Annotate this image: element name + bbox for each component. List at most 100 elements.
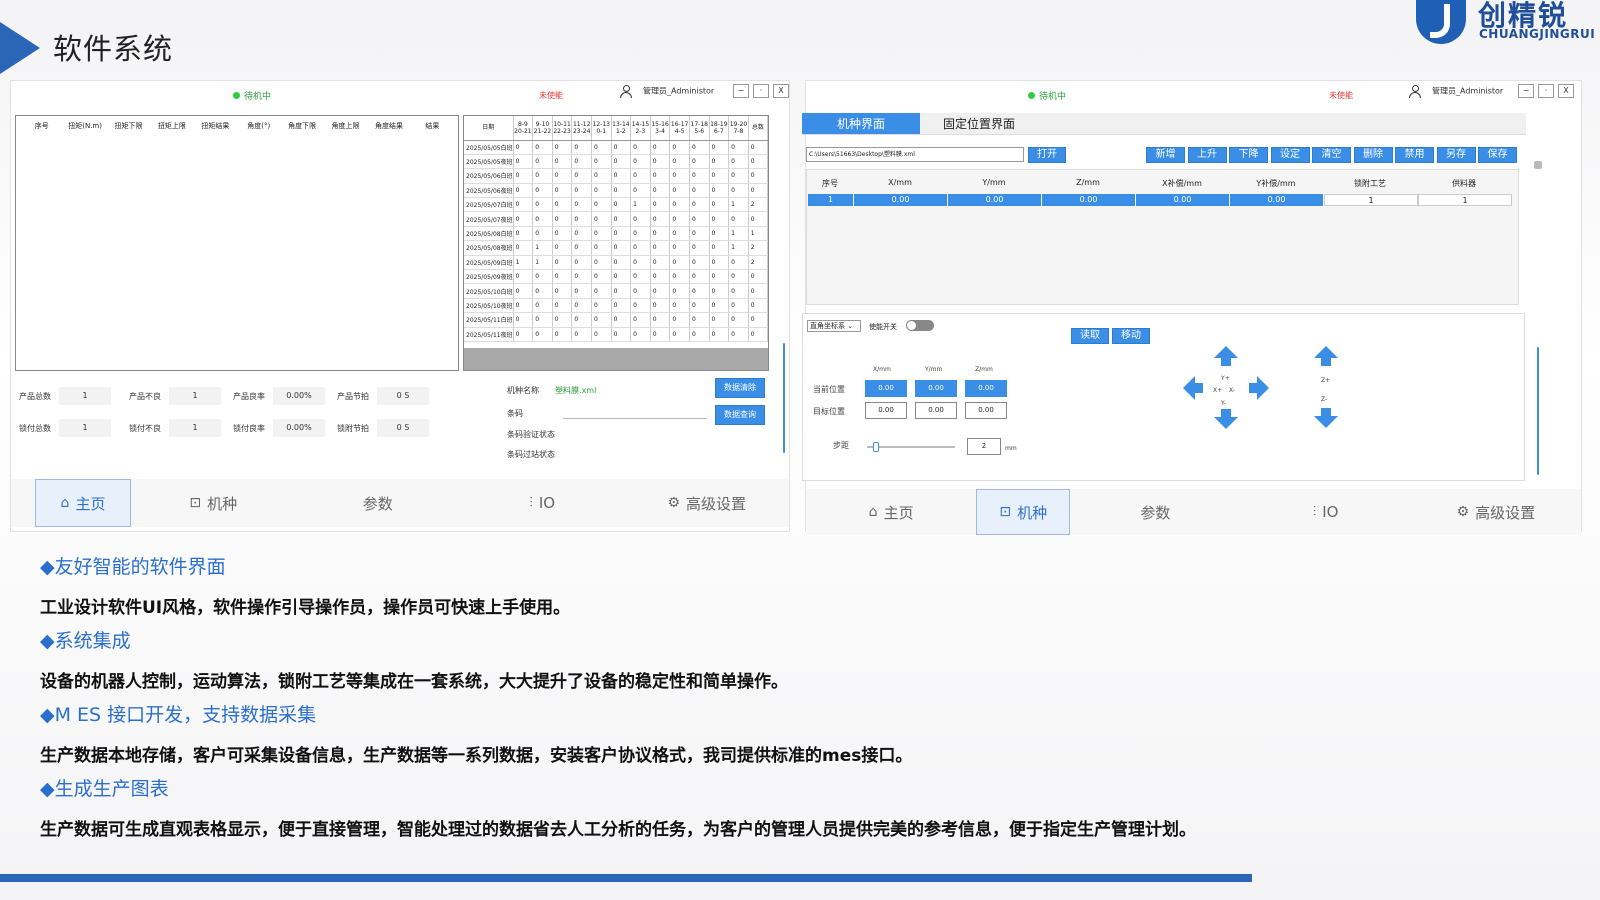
close-button[interactable]: X xyxy=(1558,84,1574,98)
action-button[interactable]: 上升 xyxy=(1187,147,1227,163)
read-button[interactable]: 读取 xyxy=(1071,328,1109,344)
nav-model[interactable]: ⊡ 机种 xyxy=(976,489,1071,535)
table-row[interactable]: 2025/05/08白班 0 0 0 0 0 0 0 0 0 0 0 1 1 xyxy=(464,226,768,242)
nav-home[interactable]: ⌂ 主页 xyxy=(35,479,131,527)
tab-model[interactable]: 机种界面 xyxy=(802,113,920,134)
move-button[interactable]: 移动 xyxy=(1112,328,1150,344)
table-row[interactable]: 2025/05/09夜班 0 0 0 0 0 0 0 0 0 0 0 0 0 xyxy=(464,269,768,285)
status-dot-icon xyxy=(233,92,240,99)
jog-y-plus-arrow-icon[interactable] xyxy=(1214,346,1238,358)
nav-advanced[interactable]: ⚙ 高级设置 xyxy=(1411,489,1581,535)
table-row[interactable]: 2025/05/07白班 0 0 0 0 0 0 1 0 0 0 0 1 2 xyxy=(464,197,768,213)
table-cell: 0 xyxy=(611,211,632,227)
table-row[interactable]: 2025/05/08夜班 0 1 0 0 0 0 0 0 0 0 0 1 2 xyxy=(464,240,768,256)
nav-params[interactable]: 参数 xyxy=(1070,489,1240,535)
nav-params[interactable]: 参数 xyxy=(296,479,461,527)
table-cell: 0 xyxy=(611,140,632,155)
step-input[interactable]: 2 xyxy=(967,438,1001,455)
user-info[interactable]: 管理员_Administor xyxy=(1409,85,1503,98)
model-grid[interactable]: 序号 X/mm Y/mm Z/mm X补偿/mm Y补偿/mm 锁附工艺 供料器 1 0.00 0… xyxy=(806,169,1519,305)
table-cell: 2025/05/05白班 xyxy=(464,140,514,155)
table-cell: 0 xyxy=(591,226,612,242)
action-button[interactable]: 禁用 xyxy=(1395,147,1434,163)
nav-model[interactable]: ⊡ 机种 xyxy=(131,479,296,527)
table-cell: 0 xyxy=(611,255,632,271)
feature-title: ◆生成生产图表 xyxy=(40,778,169,800)
jog-z-minus-arrow-icon[interactable] xyxy=(1314,416,1338,428)
maximize-button[interactable]: · xyxy=(1538,84,1554,98)
table-cell: 0 xyxy=(630,226,651,242)
nav-io[interactable]: ⫶ IO xyxy=(460,479,625,527)
table-row[interactable]: 2025/05/10夜班 0 0 0 0 0 0 0 0 0 0 0 0 0 xyxy=(464,298,768,314)
table-row[interactable]: 2025/05/05夜班 0 0 0 0 0 0 0 0 0 0 0 0 0 xyxy=(464,154,768,170)
data-query-button[interactable]: 数据查询 xyxy=(715,405,765,425)
grid-cell[interactable]: 0.00 xyxy=(948,194,1042,206)
nav-io[interactable]: ⫶ IO xyxy=(1241,489,1411,535)
file-path-input[interactable]: C:\Users\51663\Desktop\塑料膜.xml xyxy=(806,147,1024,162)
action-button[interactable]: 新增 xyxy=(1146,147,1185,163)
stats-table[interactable]: 日期 8-9 20-21 9-10 21-22 10-11 22-23 11-12 23… xyxy=(463,115,769,371)
target-z-input[interactable]: 0.00 xyxy=(965,402,1007,419)
step-slider-thumb[interactable] xyxy=(873,442,879,452)
open-button[interactable]: 打开 xyxy=(1028,147,1066,163)
result-table[interactable]: 序号 扭矩(N.m) 扭矩下限 扭矩上限 扭矩结果 角度(°) 角度下限 角度上限 角度结果 结果 xyxy=(15,115,459,371)
table-row[interactable]: 2025/05/07夜班 0 0 0 0 0 0 0 0 0 0 0 0 0 xyxy=(464,211,768,227)
action-button[interactable]: 下降 xyxy=(1229,147,1268,163)
step-slider[interactable] xyxy=(867,442,955,452)
barcode-input[interactable] xyxy=(563,407,707,419)
nav-advanced[interactable]: ⚙ 高级设置 xyxy=(625,479,790,527)
action-button[interactable]: 删除 xyxy=(1353,147,1393,163)
settings-icon[interactable] xyxy=(1534,161,1542,169)
minimize-button[interactable]: − xyxy=(733,84,749,98)
jog-x-minus-arrow-icon[interactable] xyxy=(1257,376,1269,400)
coord-system-select[interactable]: 直角坐标系 ⌄ xyxy=(807,320,861,332)
grid-cell[interactable]: 1 xyxy=(1324,194,1418,206)
table-cell: 0 xyxy=(513,168,534,184)
jog-x-plus-arrow-icon[interactable] xyxy=(1183,376,1195,400)
grid-cell[interactable]: 0.00 xyxy=(854,194,948,206)
table-cell: 2025/05/07白班 xyxy=(464,197,514,213)
grid-cell[interactable]: 0.00 xyxy=(1042,194,1136,206)
maximize-button[interactable]: · xyxy=(753,84,769,98)
stats-col-header: 日期 xyxy=(464,116,514,141)
table-row[interactable]: 2025/05/09白班 1 1 0 0 0 0 0 0 0 0 0 0 2 xyxy=(464,255,768,271)
data-clear-button[interactable]: 数据清除 xyxy=(715,378,765,398)
stats-col-header: 15-16 3-4 xyxy=(650,116,671,141)
table-cell: 0 xyxy=(513,226,534,242)
action-button[interactable]: 保存 xyxy=(1478,147,1517,163)
stats-col-header: 10-11 22-23 xyxy=(552,116,573,141)
grid-cell[interactable]: 1 xyxy=(808,194,854,206)
action-button[interactable]: 设定 xyxy=(1270,147,1310,163)
grid-cell[interactable]: 0.00 xyxy=(1230,194,1324,206)
jog-z-minus-label: Z- xyxy=(1321,396,1328,403)
enable-switch[interactable] xyxy=(906,320,934,331)
feature-title: ◆友好智能的软件界面 xyxy=(40,556,226,578)
prod-beat: 产品节拍 0 S xyxy=(337,387,429,405)
target-x-input[interactable]: 0.00 xyxy=(865,402,907,419)
grid-cell[interactable]: 1 xyxy=(1418,194,1512,206)
grid-cell[interactable]: 0.00 xyxy=(1136,194,1230,206)
table-row[interactable]: 2025/05/06白班 0 0 0 0 0 0 0 0 0 0 0 0 0 xyxy=(464,168,768,184)
table-cell: 0 xyxy=(591,255,612,271)
nav-home[interactable]: ⌂ 主页 xyxy=(806,489,976,535)
table-row[interactable]: 2025/05/11夜班 0 0 0 0 0 0 0 0 0 0 0 0 0 xyxy=(464,327,768,342)
table-row[interactable]: 2025/05/11白班 0 0 0 0 0 0 0 0 0 0 0 0 0 xyxy=(464,312,768,328)
jog-z-plus-arrow-icon[interactable] xyxy=(1314,346,1338,358)
model-grid-row[interactable]: 1 0.00 0.00 0.00 0.00 0.00 1 1 xyxy=(808,194,1516,206)
tab-fixed-position[interactable]: 固定位置界面 xyxy=(920,113,1038,134)
table-cell: 0 xyxy=(552,140,573,155)
action-button[interactable]: 清空 xyxy=(1312,147,1351,163)
table-row[interactable]: 2025/05/10白班 0 0 0 0 0 0 0 0 0 0 0 0 0 xyxy=(464,283,768,299)
action-button[interactable]: 另存 xyxy=(1436,147,1476,163)
user-info[interactable]: 管理员_Administor xyxy=(620,85,714,98)
target-y-input[interactable]: 0.00 xyxy=(915,402,957,419)
vertical-scrollbar[interactable] xyxy=(1537,347,1539,475)
table-row[interactable]: 2025/05/05白班 0 0 0 0 0 0 0 0 0 0 0 0 0 xyxy=(464,140,768,155)
vertical-scrollbar[interactable] xyxy=(783,343,785,453)
table-row[interactable]: 2025/05/06夜班 0 0 0 0 0 0 0 0 0 0 0 0 0 xyxy=(464,183,768,199)
minimize-button[interactable]: − xyxy=(1518,84,1534,98)
close-button[interactable]: X xyxy=(773,84,789,98)
jog-y-minus-arrow-icon[interactable] xyxy=(1214,417,1238,429)
stats-col-header: 13-14 1-2 xyxy=(611,116,632,141)
table-cell: 0 xyxy=(650,240,671,256)
